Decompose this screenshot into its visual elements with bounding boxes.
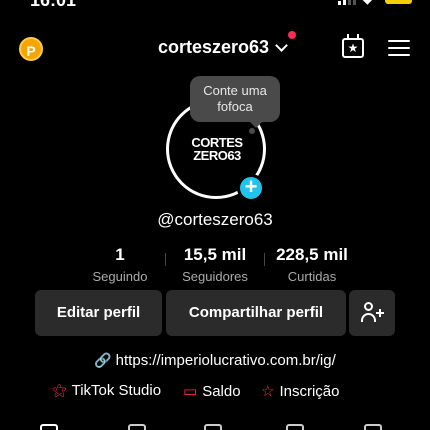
tab-locked[interactable] — [128, 424, 146, 430]
signal-icon — [338, 0, 356, 5]
person-star-icon: ⚝ — [52, 382, 67, 399]
status-time: 16:01 — [30, 0, 77, 10]
tab-saved[interactable] — [286, 424, 304, 430]
profile-handle: @corteszero63 — [157, 210, 273, 229]
stat-divider — [165, 253, 166, 266]
tab-reposts[interactable] — [204, 424, 222, 430]
bio-link-url: https://imperiolucrativo.com.br/ig/ — [115, 352, 336, 369]
tab-liked[interactable] — [364, 424, 382, 430]
chevron-down-icon — [275, 38, 288, 52]
add-story-button[interactable]: + — [237, 174, 265, 202]
status-bar: 16:01 ◆ 96 — [0, 0, 430, 12]
balance-link[interactable]: ▭ Saldo — [183, 382, 241, 401]
stat-likes[interactable]: 228,5 mil Curtidas — [268, 245, 356, 284]
stat-followers[interactable]: 15,5 mil Seguidores — [174, 245, 256, 284]
coins-icon[interactable]: P — [19, 37, 43, 61]
tab-videos[interactable] — [40, 424, 58, 430]
wallet-icon: ▭ — [183, 383, 198, 400]
notification-dot — [288, 31, 296, 39]
subscription-link[interactable]: ☆ Inscrição — [261, 382, 339, 401]
menu-icon[interactable] — [388, 40, 410, 56]
link-icon: 🔗 — [94, 352, 112, 368]
header-username: corteszero63 — [158, 37, 270, 57]
account-switcher[interactable]: corteszero63 — [158, 37, 288, 58]
stat-divider — [264, 253, 265, 266]
edit-profile-button[interactable]: Editar perfil — [35, 290, 162, 336]
content-tab-bar — [0, 420, 430, 430]
gossip-bubble[interactable]: Conte uma fofoca — [190, 76, 280, 128]
wifi-icon: ◆ — [362, 0, 373, 7]
battery-icon: 96 — [385, 0, 412, 4]
bubble-tail — [249, 128, 255, 134]
avatar-logo: CORTES ZERO63 — [191, 135, 243, 163]
calendar-star-icon[interactable]: ★ — [342, 34, 364, 58]
add-user-icon — [361, 302, 384, 324]
share-profile-button[interactable]: Compartilhar perfil — [166, 290, 346, 336]
stat-following[interactable]: 1 Seguindo — [85, 245, 155, 284]
subscription-icon: ☆ — [261, 383, 275, 400]
add-friend-button[interactable] — [349, 290, 395, 336]
tiktok-studio-link[interactable]: ⚝ TikTok Studio — [52, 382, 161, 399]
bio-link[interactable]: 🔗 https://imperiolucrativo.com.br/ig/ — [0, 352, 430, 369]
